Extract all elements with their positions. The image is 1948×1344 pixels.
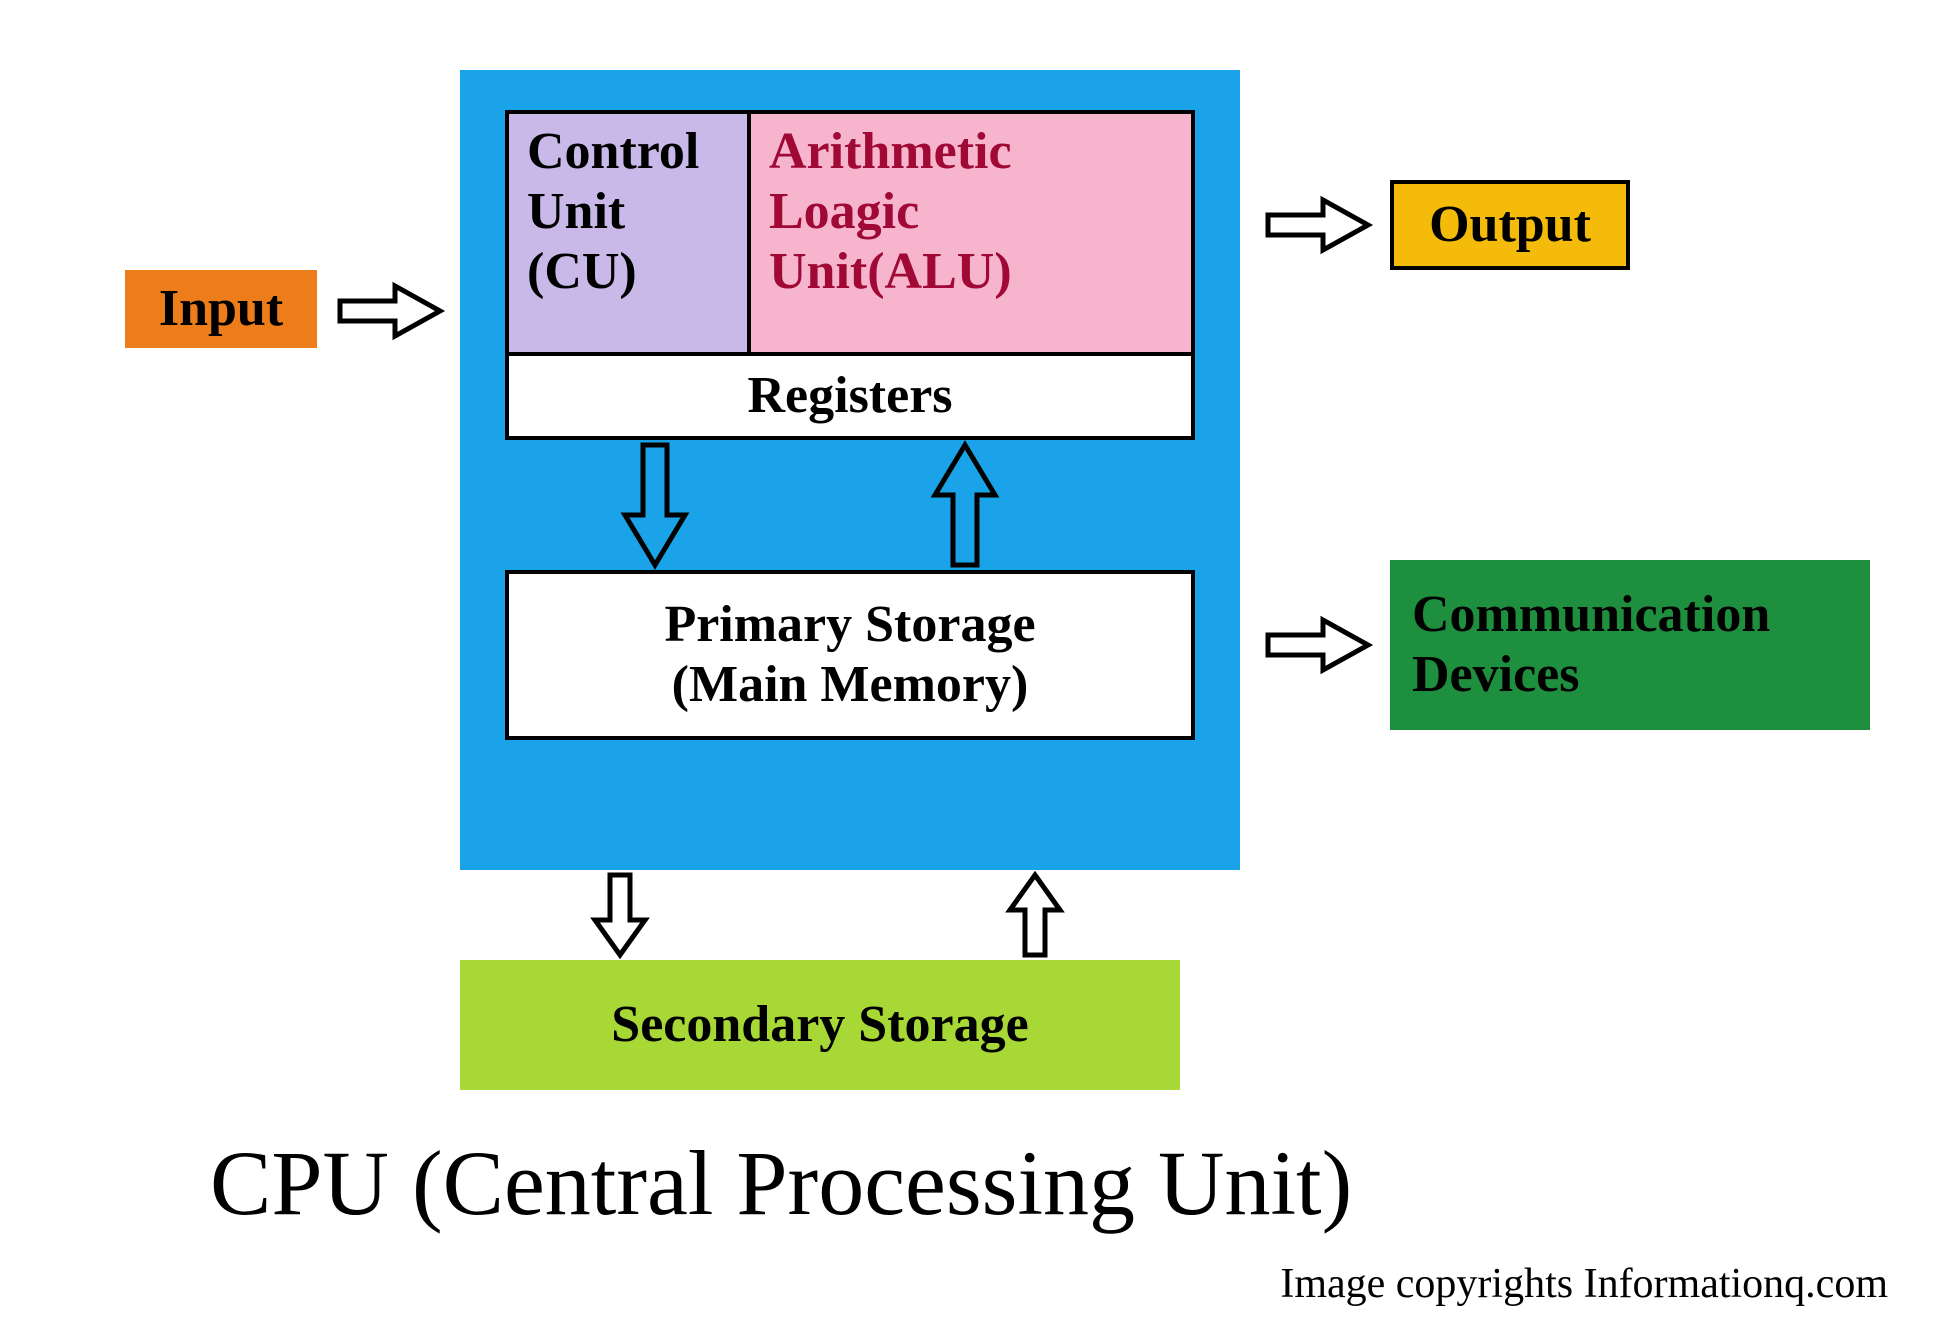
output-label: Output — [1429, 195, 1591, 255]
arrow-right-icon — [1268, 200, 1368, 250]
secondary-storage-label: Secondary Storage — [611, 995, 1028, 1055]
arrow-down-icon — [625, 445, 685, 565]
control-unit-label: Control Unit (CU) — [527, 122, 699, 301]
alu-label: Arithmetic Loagic Unit(ALU) — [769, 122, 1012, 301]
input-label: Input — [159, 279, 283, 339]
arrow-right-icon — [1268, 620, 1368, 670]
registers-label: Registers — [747, 366, 952, 426]
image-credit: Image copyrights Informationq.com — [1280, 1260, 1888, 1308]
arrow-right-icon — [340, 286, 440, 336]
output-box: Output — [1390, 180, 1630, 270]
arrow-up-icon — [1010, 875, 1060, 955]
diagram-title: CPU (Central Processing Unit) — [210, 1130, 1352, 1236]
arrow-down-icon — [595, 875, 645, 955]
arrow-up-icon — [935, 445, 995, 565]
primary-storage-label: Primary Storage (Main Memory) — [664, 595, 1035, 715]
primary-storage-box: Primary Storage (Main Memory) — [505, 570, 1195, 740]
registers-box: Registers — [505, 352, 1195, 440]
secondary-storage-box: Secondary Storage — [460, 960, 1180, 1090]
control-unit-box: Control Unit (CU) — [505, 110, 751, 356]
input-box: Input — [125, 270, 317, 348]
communication-devices-label: Communication Devices — [1412, 585, 1770, 705]
communication-devices-box: Communication Devices — [1390, 560, 1870, 730]
alu-box: Arithmetic Loagic Unit(ALU) — [747, 110, 1195, 356]
